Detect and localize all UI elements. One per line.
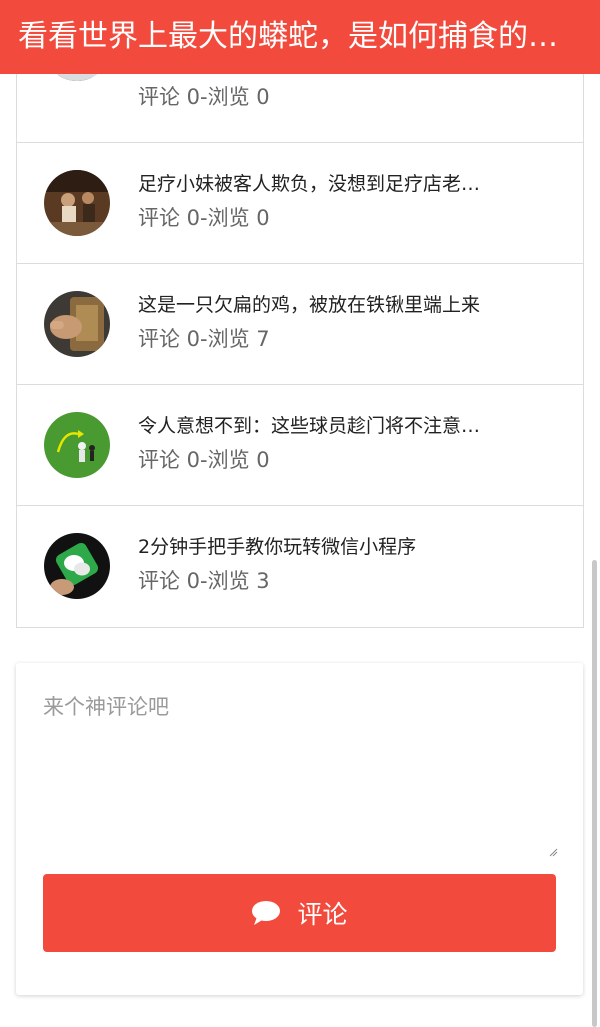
list-item[interactable]: 这是一只欠扁的鸡，被放在铁锹里端上来 评论 0-浏览 7: [17, 264, 583, 385]
comment-submit-button[interactable]: 评论: [43, 874, 556, 952]
thumbnail-wechat-icon: [44, 533, 110, 599]
item-meta: 评论 0-浏览 3: [138, 569, 270, 593]
comment-button-label: 评论: [297, 900, 348, 929]
page-title: 看看世界上最大的蟒蛇，是如何捕食的，被吓到了: [18, 19, 582, 54]
comment-card: 评论: [16, 663, 583, 995]
scrollbar[interactable]: [592, 560, 597, 1027]
header-bar: 看看世界上最大的蟒蛇，是如何捕食的，被吓到了: [0, 0, 600, 74]
thumbnail-room-icon: [44, 170, 110, 236]
item-meta: 评论 0-浏览 0: [138, 206, 270, 230]
item-meta: 评论 0-浏览 0: [138, 85, 270, 109]
resize-grip-icon[interactable]: [548, 847, 558, 857]
item-title: 这是一只欠扁的鸡，被放在铁锹里端上来: [138, 294, 481, 316]
comment-input[interactable]: [43, 685, 556, 857]
thumbnail-hand-icon: [44, 291, 110, 357]
item-meta: 评论 0-浏览 7: [138, 327, 270, 351]
thumbnail-soccer-icon: [44, 412, 110, 478]
chat-bubble-icon: [252, 901, 281, 925]
item-title: 2分钟手把手教你玩转微信小程序: [138, 536, 417, 558]
video-list: 评论 0-浏览 0 足疗小妹被客人欺负，没想到足疗店老板竟然 评论 0-浏览 0: [16, 15, 584, 628]
list-item[interactable]: 令人意想不到：这些球员趁门将不注意的进球 评论 0-浏览 0: [17, 385, 583, 506]
list-item[interactable]: 足疗小妹被客人欺负，没想到足疗店老板竟然 评论 0-浏览 0: [17, 143, 583, 264]
item-title: 足疗小妹被客人欺负，没想到足疗店老板竟然: [138, 173, 498, 195]
page: 评论 0-浏览 0 足疗小妹被客人欺负，没想到足疗店老板竟然 评论 0-浏览 0: [0, 0, 600, 1027]
item-meta: 评论 0-浏览 0: [138, 448, 270, 472]
item-title: 令人意想不到：这些球员趁门将不注意的进球: [138, 415, 498, 437]
list-item[interactable]: 2分钟手把手教你玩转微信小程序 评论 0-浏览 3: [17, 506, 583, 627]
